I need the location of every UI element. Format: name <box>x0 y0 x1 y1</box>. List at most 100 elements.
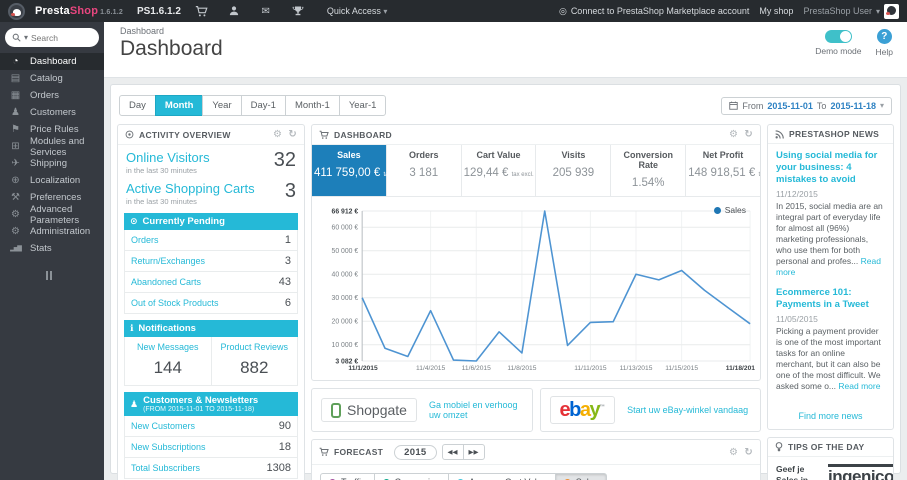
trophy-icon[interactable] <box>287 5 309 17</box>
read-more-link[interactable]: Read more <box>838 381 880 391</box>
ebay-link[interactable]: Start uw eBay-winkel vandaag <box>627 405 748 415</box>
refresh-icon[interactable]: ↻ <box>744 129 753 140</box>
messages-icon[interactable]: ✉ <box>255 6 277 17</box>
period-buttons: Day Month Year Day-1 Month-1 Year-1 <box>119 95 387 116</box>
sidebar-item-catalog[interactable]: ▤ Catalog <box>0 70 104 87</box>
gear-icon[interactable]: ⚙ <box>273 129 282 140</box>
search-box[interactable]: ▾ <box>5 28 99 47</box>
sidebar-item-customers[interactable]: ♟ Customers <box>0 104 104 121</box>
forecast-panel-title: Forecast <box>334 447 384 457</box>
search-scope-caret-icon[interactable]: ▾ <box>24 33 28 42</box>
sidebar: ▾ ◔Dashboard ▤Catalog ▦Orders ♟Customers… <box>0 22 104 480</box>
search-input[interactable] <box>31 32 84 43</box>
svg-text:66 912 €: 66 912 € <box>332 208 359 215</box>
gear-icon[interactable]: ⚙ <box>729 447 738 458</box>
new-messages-cell[interactable]: New Messages 144 <box>125 337 211 385</box>
activity-overview-panel: Activity overview ⚙ ↻ Online Visitors in t… <box>117 124 305 480</box>
target-icon <box>125 130 134 139</box>
tips-of-the-day-panel: Tips of the day Geef je Sales in het bui… <box>767 436 894 480</box>
currently-pending-header: ⊙ Currently Pending <box>124 213 298 230</box>
sidebar-item-administration[interactable]: ⚙ Administration <box>0 223 104 240</box>
sidebar-item-localization[interactable]: ⊕ Localization <box>0 172 104 189</box>
new-customers-row[interactable]: New Customers 90 <box>124 416 298 437</box>
customers-icon: ♟ <box>11 107 20 118</box>
orders-icon: ▦ <box>10 90 21 101</box>
sidebar-item-dashboard[interactable]: ◔ Dashboard <box>0 53 104 70</box>
svg-text:30 000 €: 30 000 € <box>332 295 359 302</box>
refresh-icon[interactable]: ↻ <box>744 447 753 458</box>
gear-icon[interactable]: ⚙ <box>729 129 738 140</box>
find-more-news-link[interactable]: Find more news <box>768 405 893 429</box>
total-subscribers-row[interactable]: Total Subscribers 1308 <box>124 458 298 479</box>
forecast-conversion-toggle[interactable]: Conversion <box>373 473 450 480</box>
forecast-traffic-toggle[interactable]: Traffic <box>320 473 375 480</box>
catalog-icon: ▤ <box>10 73 21 84</box>
kpi-tab-orders[interactable]: Orders 3 181 <box>387 145 462 196</box>
quick-access-menu[interactable]: Quick Access ▾ <box>327 6 388 16</box>
forecast-avg-cart-value-toggle[interactable]: Average Cart Value <box>448 473 556 480</box>
fast-forward-icon[interactable]: ▶▶ <box>462 444 485 460</box>
kpi-tab-visits[interactable]: Visits 205 939 <box>536 145 612 196</box>
abandoned-carts-row[interactable]: Abandoned Carts 43 <box>124 272 298 293</box>
dashboard-panel-title: Dashboard <box>334 129 392 140</box>
chevron-down-icon: ▾ <box>875 6 880 16</box>
active-carts-metric[interactable]: Active Shopping Carts in the last 30 minu… <box>118 176 304 207</box>
sidebar-item-modules[interactable]: ⊞ Modules and Services <box>0 136 104 158</box>
period-day-1-button[interactable]: Day-1 <box>240 95 286 116</box>
news-article-title[interactable]: Ecommerce 101: Payments in a Tweet <box>776 287 885 311</box>
online-visitors-metric[interactable]: Online Visitors in the last 30 minutes 32 <box>118 145 304 176</box>
period-day-button[interactable]: Day <box>119 95 156 116</box>
new-subscriptions-row[interactable]: New Subscriptions 18 <box>124 437 298 458</box>
cart-icon[interactable] <box>191 5 213 18</box>
forecast-panel: Forecast 2015 ◀◀▶▶ ⚙↻ Traffi <box>311 439 761 480</box>
calendar-icon <box>729 101 739 110</box>
employees-icon[interactable] <box>223 5 245 17</box>
kpi-tab-sales[interactable]: Sales 411 759,00 € tax excl. <box>312 145 406 196</box>
forecast-sales-toggle[interactable]: Sales <box>554 473 608 480</box>
kpi-tab-conversion-rate[interactable]: Conversion Rate 1.54% <box>611 145 687 196</box>
user-menu[interactable]: PrestaShop User ▾ <box>803 3 899 19</box>
sidebar-item-shipping[interactable]: ✈ Shipping <box>0 155 104 172</box>
cart-icon <box>319 130 329 140</box>
shopgate-link[interactable]: Ga mobiel en verhoog uw omzet <box>429 400 523 420</box>
date-range-picker[interactable]: From 2015-11-01 To 2015-11-18 ▾ <box>721 96 892 115</box>
period-month-1-button[interactable]: Month-1 <box>284 95 340 116</box>
period-year-1-button[interactable]: Year-1 <box>338 95 387 116</box>
my-shop-link[interactable]: My shop <box>759 6 793 16</box>
news-article-title[interactable]: Using social media for your business: 4 … <box>776 150 885 186</box>
shopgate-module-card[interactable]: Shopgate Ga mobiel en verhoog uw omzet <box>311 388 533 432</box>
dashboard-container: Day Month Year Day-1 Month-1 Year-1 From… <box>110 84 901 480</box>
sidebar-item-orders[interactable]: ▦ Orders <box>0 87 104 104</box>
kpi-tab-cart-value[interactable]: Cart Value 129,44 € tax excl. <box>462 145 537 196</box>
marketplace-link[interactable]: ◎ Connect to PrestaShop Marketplace accou… <box>559 6 749 17</box>
sidebar-item-advanced-parameters[interactable]: ⚙ Advanced Parameters <box>0 204 104 226</box>
kpi-tab-net-profit[interactable]: Net Profit148 918,51 € tax excl. <box>686 145 760 196</box>
out-of-stock-row[interactable]: Out of Stock Products 6 <box>124 293 298 314</box>
chart-legend: Sales <box>713 205 746 215</box>
ebay-module-card[interactable]: ebay™ Start uw eBay-winkel vandaag <box>539 388 761 432</box>
svg-text:40 000 €: 40 000 € <box>332 272 359 279</box>
news-panel-title: PrestaShop News <box>789 129 880 139</box>
demo-mode-toggle[interactable] <box>824 30 852 43</box>
sidebar-collapse-icon[interactable] <box>46 271 104 280</box>
cart-icon <box>319 447 329 457</box>
chevron-down-icon: ▾ <box>383 7 388 16</box>
sales-chart[interactable]: 66 912 € 60 000 € 50 000 € 40 000 € 30 000 €… <box>316 201 756 377</box>
rewind-icon[interactable]: ◀◀ <box>441 444 464 460</box>
pending-returns-row[interactable]: Return/Exchanges 3 <box>124 251 298 272</box>
period-year-button[interactable]: Year <box>202 95 242 116</box>
news-article-date: 11/05/2015 <box>776 313 818 324</box>
svg-text:11/18/201: 11/18/201 <box>726 365 756 372</box>
sidebar-item-stats[interactable]: ▂▅▇ Stats <box>0 240 104 257</box>
product-reviews-cell[interactable]: Product Reviews 882 <box>210 337 298 385</box>
breadcrumb[interactable]: Dashboard <box>120 26 891 36</box>
shopgate-logo: Shopgate <box>321 398 417 422</box>
svg-text:60 000 €: 60 000 € <box>332 225 359 232</box>
period-month-button[interactable]: Month <box>154 95 204 116</box>
forecast-year-selector[interactable]: 2015 <box>394 444 437 460</box>
svg-text:11/13/2015: 11/13/2015 <box>620 365 653 372</box>
refresh-icon[interactable]: ↻ <box>288 129 297 140</box>
pending-orders-row[interactable]: Orders 1 <box>124 230 298 251</box>
svg-text:11/1/2015: 11/1/2015 <box>348 365 378 372</box>
help-icon[interactable]: ? <box>876 29 892 44</box>
